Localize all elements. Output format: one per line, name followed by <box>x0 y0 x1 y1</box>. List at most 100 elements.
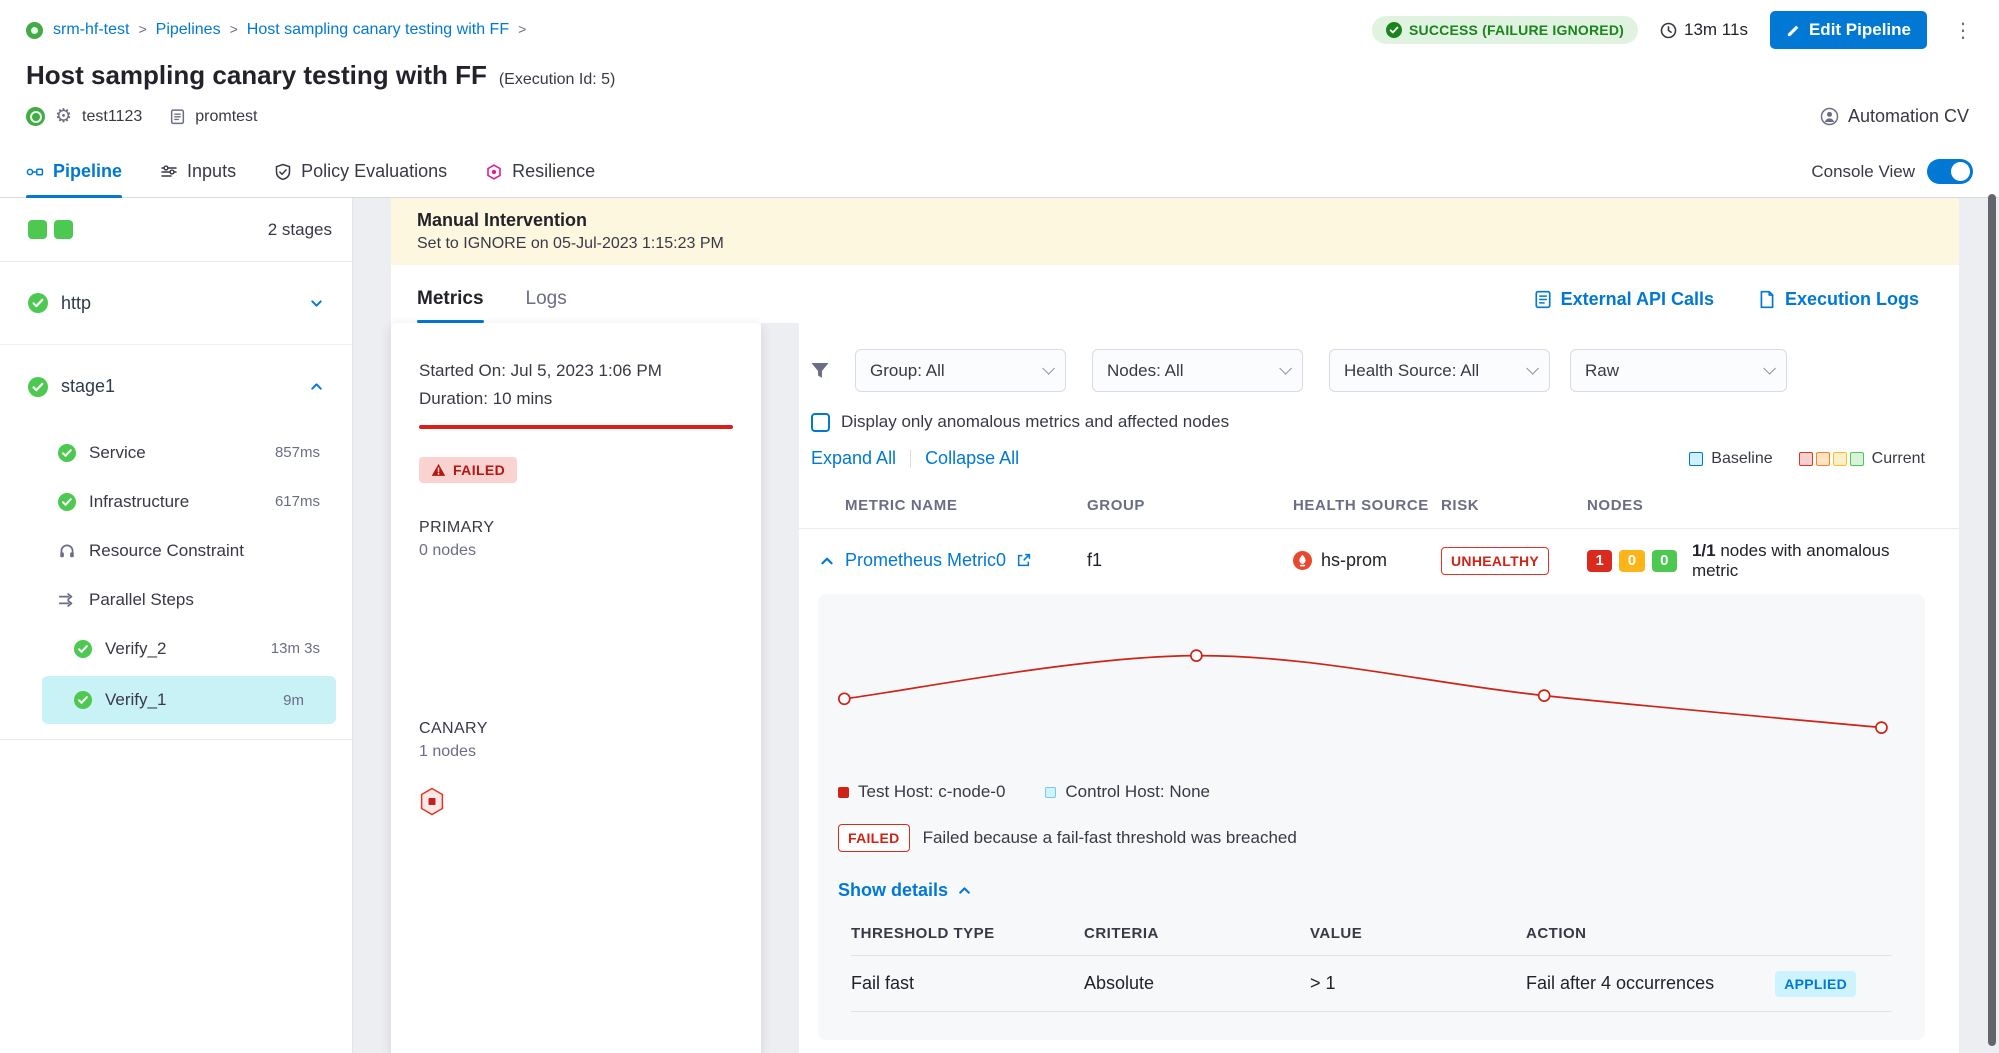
console-view-label: Console View <box>1811 162 1915 182</box>
breadcrumb-project[interactable]: srm-hf-test <box>53 21 129 39</box>
pipeline-tab-icon <box>26 163 44 181</box>
collapse-metric-chevron[interactable] <box>819 553 835 569</box>
view-tab-links: External API Calls Execution Logs <box>1534 275 1919 323</box>
col-risk: RISK <box>1441 497 1587 514</box>
chart-legend-key: Baseline Current <box>1689 450 1925 468</box>
app-window: srm-hf-test Pipelines Host sampling cana… <box>0 0 1999 1053</box>
tab-logs[interactable]: Logs <box>526 275 567 323</box>
metric-name-link[interactable]: Prometheus Metric0 <box>845 550 1006 571</box>
tab-resilience-label: Resilience <box>512 161 595 182</box>
panels: Started On: Jul 5, 2023 1:06 PM Duration… <box>391 323 1959 1053</box>
step-row-resource-constraint[interactable]: Resource Constraint <box>0 526 352 575</box>
breadcrumb-pipeline-name[interactable]: Host sampling canary testing with FF <box>247 21 509 39</box>
col-value: VALUE <box>1310 925 1526 942</box>
anomalous-filter-label: Display only anomalous metrics and affec… <box>841 412 1229 432</box>
test-host-label: Test Host: c-node-0 <box>858 782 1005 802</box>
show-details-link[interactable]: Show details <box>838 880 1892 901</box>
policy-tab-icon <box>274 163 292 181</box>
execution-id: (Execution Id: 5) <box>499 71 616 89</box>
baseline-label: Baseline <box>1711 450 1772 468</box>
elapsed-time-label: 13m 11s <box>1684 20 1748 40</box>
kebab-menu-icon[interactable] <box>1949 18 1977 43</box>
tab-pipeline[interactable]: Pipeline <box>26 146 122 197</box>
step-name: Verify_2 <box>105 639 166 659</box>
metrics-table-header: METRIC NAME GROUP HEALTH SOURCE RISK NOD… <box>799 497 1959 528</box>
step-row-service[interactable]: Service 857ms <box>0 428 352 477</box>
status-badge-label: SUCCESS (FAILURE IGNORED) <box>1409 22 1624 38</box>
health-source-name: hs-prom <box>1321 550 1387 571</box>
page-scrollbar[interactable] <box>1988 194 1996 1046</box>
chevron-down-icon[interactable] <box>309 296 324 311</box>
external-link-icon[interactable] <box>1016 553 1031 568</box>
user-icon <box>1820 107 1839 126</box>
warning-icon <box>431 463 446 477</box>
tab-resilience[interactable]: Resilience <box>485 146 595 197</box>
chevron-up-icon <box>957 883 972 898</box>
current-swatch-green <box>1850 452 1864 466</box>
nodes-filter-value: Nodes: All <box>1107 361 1184 381</box>
chevron-down-icon <box>1526 362 1539 375</box>
tab-metrics[interactable]: Metrics <box>417 275 484 323</box>
breadcrumb-separator <box>229 21 239 39</box>
anomalous-filter-checkbox[interactable] <box>811 413 830 432</box>
step-row-infrastructure[interactable]: Infrastructure 617ms <box>0 477 352 526</box>
chevron-up-icon[interactable] <box>309 379 324 394</box>
stage-row-http[interactable]: http <box>0 262 352 345</box>
trigger-name[interactable]: promtest <box>195 108 257 126</box>
group-filter-value: Group: All <box>870 361 945 381</box>
current-swatches <box>1799 452 1864 466</box>
step-duration: 617ms <box>275 493 320 510</box>
step-row-parallel-steps[interactable]: Parallel Steps <box>0 575 352 624</box>
stage-row-stage1[interactable]: stage1 <box>0 345 352 428</box>
tab-pipeline-label: Pipeline <box>53 161 122 182</box>
execution-logs-label: Execution Logs <box>1785 289 1919 310</box>
view-mode-value: Raw <box>1585 361 1619 381</box>
chevron-down-icon <box>1763 362 1776 375</box>
tab-policy-evaluations[interactable]: Policy Evaluations <box>274 146 447 197</box>
triggered-by: Automation CV <box>1820 106 1969 127</box>
status-badge: SUCCESS (FAILURE IGNORED) <box>1372 16 1638 44</box>
resource-constraint-icon <box>58 542 76 560</box>
check-circle-icon <box>1386 22 1402 38</box>
tab-inputs-label: Inputs <box>187 161 236 182</box>
step-duration: 13m 3s <box>271 640 320 657</box>
warning-node-chip: 0 <box>1619 550 1644 572</box>
stage-status-square <box>28 220 47 239</box>
filter-icon[interactable] <box>809 360 831 382</box>
step-row-verify-1[interactable]: Verify_1 9m <box>42 676 336 724</box>
col-criteria: CRITERIA <box>1084 925 1310 942</box>
view-mode-dropdown[interactable]: Raw <box>1570 349 1787 392</box>
execution-logs-link[interactable]: Execution Logs <box>1758 289 1919 310</box>
tab-inputs[interactable]: Inputs <box>160 146 236 197</box>
parallel-steps-icon <box>58 591 76 609</box>
threshold-type-value: Fail fast <box>851 973 1084 994</box>
step-name: Service <box>89 443 146 463</box>
elapsed-time: 13m 11s <box>1660 20 1748 40</box>
step-row-verify-2[interactable]: Verify_2 13m 3s <box>0 624 352 673</box>
nav-tabs: Pipeline Inputs Policy Evaluations Resil… <box>0 146 1999 198</box>
console-view-toggle[interactable] <box>1927 159 1973 184</box>
external-api-calls-link[interactable]: External API Calls <box>1534 289 1714 310</box>
current-swatch-yellow <box>1833 452 1847 466</box>
health-source-filter-dropdown[interactable]: Health Source: All <box>1329 349 1550 392</box>
resilience-tab-icon <box>485 163 503 181</box>
canary-node-hexagon-icon[interactable] <box>419 787 445 816</box>
collapse-all-link[interactable]: Collapse All <box>925 448 1019 469</box>
nodes-filter-dropdown[interactable]: Nodes: All <box>1092 349 1303 392</box>
service-name[interactable]: test1123 <box>82 108 142 126</box>
edit-pipeline-button[interactable]: Edit Pipeline <box>1770 11 1927 49</box>
workspace: 2 stages http stage1 Service 857ms <box>0 198 1999 1053</box>
api-calls-icon <box>1534 290 1552 309</box>
expand-all-link[interactable]: Expand All <box>811 448 896 469</box>
summary-panel: Started On: Jul 5, 2023 1:06 PM Duration… <box>391 323 761 1053</box>
service-icon <box>26 107 45 126</box>
duration: Duration: 10 mins <box>419 389 733 409</box>
metric-chart <box>838 614 1892 774</box>
canary-nodes-count: 1 nodes <box>419 743 733 761</box>
metric-group: f1 <box>1087 550 1293 571</box>
breadcrumb-pipelines[interactable]: Pipelines <box>156 21 221 39</box>
group-filter-dropdown[interactable]: Group: All <box>855 349 1066 392</box>
banner-title: Manual Intervention <box>417 210 1933 231</box>
control-host-legend: Control Host: None <box>1045 782 1210 802</box>
test-host-legend: Test Host: c-node-0 <box>838 782 1005 802</box>
